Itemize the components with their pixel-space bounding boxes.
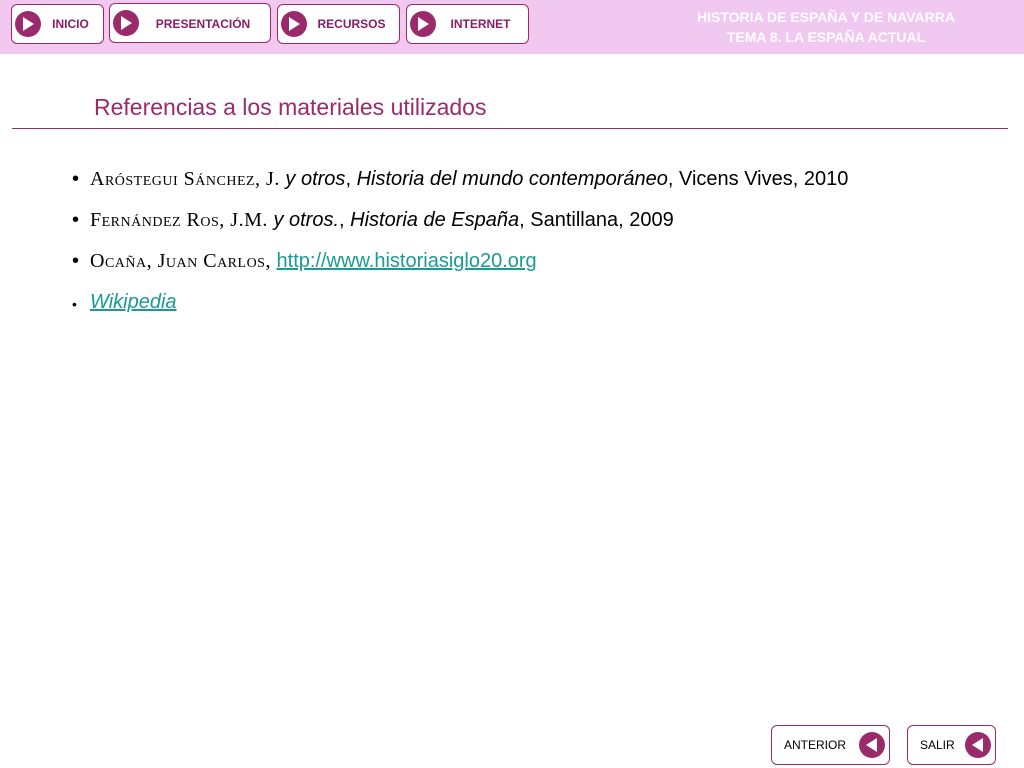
play-right-icon xyxy=(281,11,307,37)
title-divider xyxy=(12,128,1008,129)
wikipedia-link[interactable]: Wikipedia xyxy=(90,291,177,313)
reference-author: Aróstegui Sánchez, J. xyxy=(90,168,280,190)
header-bar: INICIO PRESENTACIÓN RECURSOS INTERNET HI… xyxy=(0,0,1024,54)
reference-item: • Ocaña, Juan Carlos, http://www.histori… xyxy=(70,248,970,275)
bullet: • xyxy=(72,296,77,312)
salir-button[interactable]: SALIR xyxy=(907,725,996,765)
nav-button-label: RECURSOS xyxy=(317,17,386,31)
nav-button-label: INTERNET xyxy=(450,17,511,31)
separator: , xyxy=(345,168,357,190)
page-title: Referencias a los materiales utilizados xyxy=(94,94,487,120)
course-title-line2: TEMA 8. LA ESPAÑA ACTUAL xyxy=(726,29,926,45)
reference-item: • Wikipedia xyxy=(70,289,970,316)
reference-work: Historia de España xyxy=(350,209,520,231)
nav-button-internet[interactable]: INTERNET xyxy=(406,4,529,44)
reference-item: • Fernández Ros, J.M. y otros., Historia… xyxy=(70,207,970,234)
bullet: • xyxy=(72,168,80,190)
reference-work: Historia del mundo contemporáneo xyxy=(356,168,668,190)
play-right-icon xyxy=(410,11,436,37)
nav-button-presentacion[interactable]: PRESENTACIÓN xyxy=(109,3,271,43)
play-right-icon xyxy=(15,11,41,37)
bullet: • xyxy=(72,250,80,272)
reference-author: Fernández Ros, J.M. xyxy=(90,209,268,231)
bullet: • xyxy=(72,209,80,231)
references-list: • Aróstegui Sánchez, J. y otros, Histori… xyxy=(70,166,970,330)
play-right-icon xyxy=(113,10,139,36)
separator: , xyxy=(339,209,351,231)
course-title-line1: HISTORIA DE ESPAÑA Y DE NAVARRA xyxy=(696,9,955,25)
nav-button-label: PRESENTACIÓN xyxy=(155,17,251,31)
reference-qualifier: y otros xyxy=(285,168,346,190)
reference-qualifier: y otros. xyxy=(273,209,340,231)
salir-button-label: SALIR xyxy=(920,738,955,752)
nav-button-inicio[interactable]: INICIO xyxy=(11,4,104,44)
course-title: HISTORIA DE ESPAÑA Y DE NAVARRA TEMA 8. … xyxy=(666,7,986,47)
reference-item: • Aróstegui Sánchez, J. y otros, Histori… xyxy=(70,166,970,193)
reference-author: Ocaña, Juan Carlos, xyxy=(90,250,271,272)
nav-button-label: INICIO xyxy=(52,17,89,31)
anterior-button[interactable]: ANTERIOR xyxy=(771,725,890,765)
reference-publisher: , Santillana, 2009 xyxy=(519,209,674,231)
reference-publisher: , Vicens Vives, 2010 xyxy=(667,168,849,190)
play-left-icon xyxy=(859,732,885,758)
anterior-button-label: ANTERIOR xyxy=(784,738,847,752)
historiasiglo20-link[interactable]: http://www.historiasiglo20.org xyxy=(277,250,537,272)
play-left-icon xyxy=(965,732,991,758)
nav-button-recursos[interactable]: RECURSOS xyxy=(277,4,400,44)
